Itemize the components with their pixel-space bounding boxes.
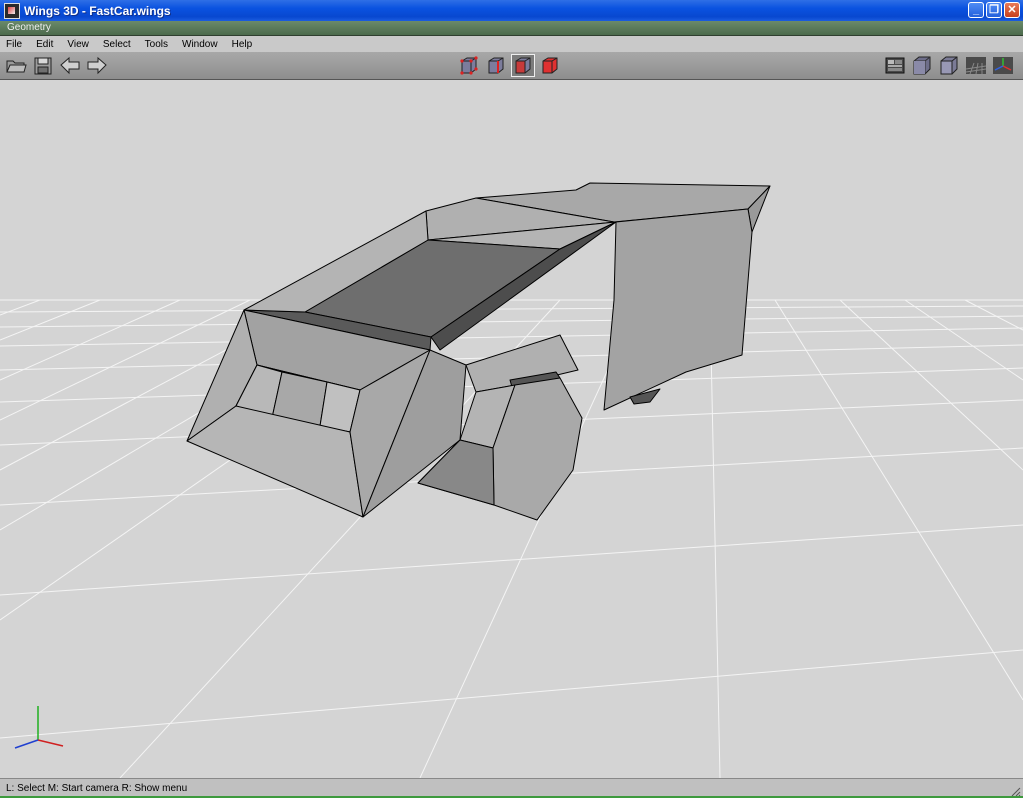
axis-gizmo [14,706,64,749]
geometry-window-title[interactable]: Geometry [0,21,1023,36]
minimize-button[interactable]: _ [968,2,984,18]
menu-view[interactable]: View [60,39,96,50]
body-mode-icon[interactable] [539,55,561,76]
menu-window[interactable]: Window [175,39,225,50]
status-bar: L: Select M: Start camera R: Show menu [0,778,1023,798]
vertex-mode-icon[interactable] [458,55,480,76]
wings3d-window: Wings 3D - FastCar.wings _ ❐ ✕ Geometry … [0,0,1023,798]
ground-plane-icon[interactable] [965,55,987,76]
flat-shading-icon[interactable] [938,55,960,76]
workmode-icon[interactable] [884,55,906,76]
menu-file[interactable]: File [0,39,29,50]
menu-bar: File Edit View Select Tools Window Help [0,36,1023,52]
car-model[interactable] [186,182,771,521]
redo-arrow-icon[interactable] [86,55,108,76]
toolbar [0,52,1023,80]
axes-icon[interactable] [992,55,1014,76]
menu-edit[interactable]: Edit [29,39,60,50]
app-icon[interactable] [4,2,20,19]
undo-arrow-icon[interactable] [59,55,81,76]
menu-help[interactable]: Help [225,39,260,50]
open-folder-icon[interactable] [5,55,27,76]
viewport-canvas[interactable] [0,80,1023,778]
save-icon[interactable] [32,55,54,76]
face-mode-icon[interactable] [511,54,535,77]
smooth-shading-icon[interactable] [911,55,933,76]
window-title: Wings 3D - FastCar.wings [24,3,171,18]
menu-select[interactable]: Select [96,39,138,50]
window-controls: _ ❐ ✕ [968,2,1020,18]
maximize-button[interactable]: ❐ [986,2,1002,18]
3d-viewport[interactable] [0,80,1023,778]
geometry-label: Geometry [7,22,51,33]
title-bar[interactable]: Wings 3D - FastCar.wings _ ❐ ✕ [0,0,1023,21]
close-button[interactable]: ✕ [1004,2,1020,18]
edge-mode-icon[interactable] [485,55,507,76]
menu-tools[interactable]: Tools [138,39,175,50]
